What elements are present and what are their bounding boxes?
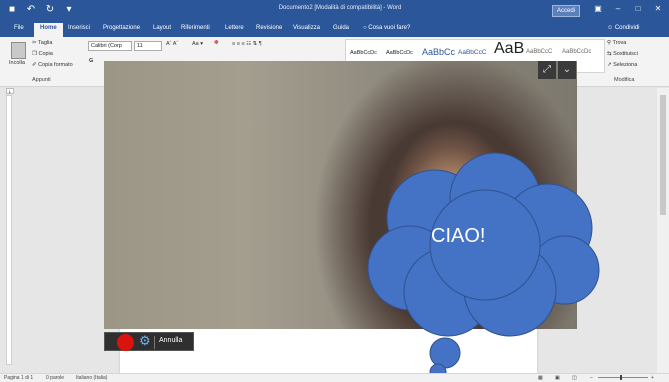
language-status[interactable]: Italiano (Italia) [76,375,107,381]
tab-home[interactable]: Home [34,23,63,37]
replace-button[interactable]: ⇆ Sostituisci [607,51,638,57]
paste-button[interactable]: Incolla [9,60,25,66]
tab-insert[interactable]: Inserisci [68,25,90,31]
grow-font-icon[interactable]: Aˆ Aˇ [166,41,178,47]
find-label: Trova [612,40,627,46]
find-button[interactable]: ⚲ Trova [607,40,626,46]
bold-icon[interactable]: G [89,58,93,64]
tab-file[interactable]: File [14,25,24,31]
select-button[interactable]: ↗ Seleziona [607,62,637,68]
signin-button[interactable]: Accedi [552,5,580,17]
style-heading-1[interactable]: AaBbCc [422,47,455,57]
ribbon-tabs: File Home Inserisci Progettazione Layout… [0,22,669,37]
tab-design[interactable]: Progettazione [103,25,140,31]
tab-selector[interactable]: L [6,88,14,94]
title-bar: ■ ↶ ↻ ▾ Documento2 [Modalità di compatib… [0,0,669,22]
settings-gear-icon[interactable]: ⚙ [139,333,151,349]
print-layout-icon[interactable]: ▣ [555,375,560,381]
tab-help[interactable]: Guida [333,25,349,31]
style-title[interactable]: AaB [494,40,524,58]
close-icon[interactable]: ✕ [652,4,664,13]
tab-layout[interactable]: Layout [153,25,171,31]
style-subtitle[interactable]: AaBbCcC [526,49,552,55]
tell-me-label: Cosa vuoi fare? [368,25,411,31]
record-button[interactable] [117,334,134,351]
font-name-select[interactable]: Calibri (Corp [88,41,132,51]
speech-cloud-text: CIAO! [431,225,486,247]
tab-references[interactable]: Riferimenti [181,25,210,31]
replace-icon: ⇆ [607,51,612,57]
replace-label: Sostituisci [613,51,638,57]
tab-view[interactable]: Visualizza [293,25,320,31]
web-layout-icon[interactable]: ◫ [572,375,577,381]
share-button[interactable]: ☺ Condividi [607,25,640,31]
zoom-slider-thumb[interactable] [620,375,622,380]
quick-access-toolbar: ■ ↶ ↻ ▾ [6,4,75,16]
scrollbar-thumb[interactable] [660,95,666,215]
document-title: Documento2 [Modalità di compatibilità] -… [278,5,402,11]
speech-cloud [367,152,600,380]
redo-icon[interactable]: ↻ [44,4,56,16]
share-label: Condividi [614,25,640,31]
lightbulb-icon: ○ [363,25,367,31]
zoom-out-icon[interactable]: − [590,375,593,381]
chevron-down-icon[interactable]: ⌄ [558,61,576,79]
recording-toolbar: ⚙ Annulla [104,332,194,351]
read-mode-icon[interactable]: ▦ [538,375,543,381]
find-icon: ⚲ [607,40,612,46]
format-painter-button[interactable]: ✐ Copia formato [32,62,73,68]
vertical-ruler [6,95,12,365]
copy-icon: ❐ [32,51,37,57]
minimize-icon[interactable]: – [612,4,624,13]
style-no-spacing[interactable]: AaBbCcDc [386,50,413,56]
clear-format-icon[interactable]: ✽ [214,40,219,46]
page-count[interactable]: Pagina 1 di 1 [4,375,33,381]
clipboard-group-label: Appunti [32,77,51,83]
status-bar: Pagina 1 di 1 0 parole Italiano (Italia)… [0,373,669,382]
undo-icon[interactable]: ↶ [25,4,37,16]
cancel-button[interactable]: Annulla [159,337,182,344]
style-heading-2[interactable]: AaBbCcC [458,49,487,56]
zoom-in-icon[interactable]: + [651,375,654,381]
toolbar-divider [154,336,155,349]
copy-button[interactable]: ❐ Copia [32,51,53,57]
person-icon: ☺ [607,25,614,31]
select-icon: ↗ [607,62,612,68]
customize-icon[interactable]: ▾ [63,4,75,16]
tell-me-search[interactable]: ○ Cosa vuoi fare? [363,25,410,31]
copy-label: Copia [38,51,53,57]
format-painter-label: Copia formato [38,62,73,68]
maximize-icon[interactable]: □ [632,4,644,13]
style-emphasis[interactable]: AaBbCcDc [562,49,591,55]
clipboard-icon[interactable] [11,42,26,59]
select-label: Seleziona [613,62,638,68]
style-normal[interactable]: AaBbCcDc [350,50,377,56]
expand-icon[interactable]: ⤢ [538,61,556,79]
tab-review[interactable]: Revisione [256,25,282,31]
editing-group-label: Modifica [614,77,635,83]
brush-icon: ✐ [32,62,37,68]
bullets-icon[interactable]: ≡ ≡ ≡ ☷ ⇅ ¶ [232,41,262,47]
cut-label: Taglia [38,40,53,46]
scissors-icon: ✂ [32,40,37,46]
change-case-icon[interactable]: Aa ▾ [192,41,203,47]
cut-button[interactable]: ✂ Taglia [32,40,52,46]
zoom-slider[interactable] [598,377,648,378]
font-size-select[interactable]: 11 [134,41,162,51]
word-count[interactable]: 0 parole [46,375,64,381]
ribbon-display-icon[interactable]: ▣ [592,4,604,13]
tab-mailings[interactable]: Lettere [225,25,244,31]
save-icon[interactable]: ■ [6,4,18,16]
